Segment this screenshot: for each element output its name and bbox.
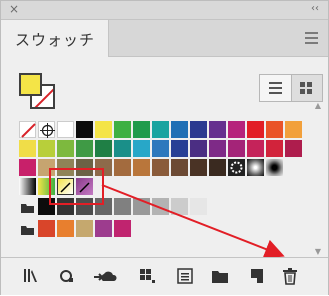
swatches-panel: × ‹‹ スウォッチ ▲ ▼ [0, 0, 329, 295]
swatch[interactable] [190, 121, 207, 138]
none-swatch[interactable] [19, 121, 36, 138]
swatch[interactable] [247, 140, 264, 157]
swatch[interactable] [76, 140, 93, 157]
swatch[interactable] [19, 140, 36, 157]
swatch[interactable] [171, 140, 188, 157]
swatch[interactable] [209, 159, 226, 176]
swatch[interactable] [209, 140, 226, 157]
fill-swatch[interactable] [19, 73, 42, 96]
fill-stroke-control[interactable] [19, 73, 59, 113]
scroll-down-icon[interactable]: ▼ [311, 247, 325, 257]
swatch[interactable] [114, 140, 131, 157]
panel-titlebar: × ‹‹ [1, 1, 328, 20]
panel-menu-icon[interactable] [305, 32, 318, 44]
view-toggle[interactable] [259, 74, 323, 102]
pattern-swatch[interactable] [228, 159, 245, 176]
swatch[interactable] [266, 140, 283, 157]
library-icon[interactable] [21, 266, 41, 286]
swatch[interactable] [95, 140, 112, 157]
swatch[interactable] [114, 198, 131, 215]
swatch[interactable] [95, 220, 112, 237]
folder-icon [19, 220, 36, 237]
gradient-swatch[interactable] [19, 178, 36, 195]
delete-icon[interactable] [280, 266, 300, 286]
highlight-box [49, 168, 104, 205]
tab-swatches[interactable]: スウォッチ [1, 20, 109, 57]
swatch[interactable] [133, 198, 150, 215]
scrollbar[interactable]: ▲ ▼ [311, 101, 325, 257]
tab-label: スウォッチ [15, 31, 96, 49]
list-view-icon[interactable] [260, 75, 291, 101]
swatch[interactable] [171, 159, 188, 176]
white-swatch[interactable] [57, 121, 74, 138]
tab-row: スウォッチ [1, 20, 328, 57]
cloud-icon[interactable] [91, 266, 119, 286]
close-icon[interactable]: × [7, 2, 21, 16]
swatch[interactable] [247, 121, 264, 138]
grid-view-icon[interactable] [290, 75, 322, 101]
swatch[interactable] [114, 121, 131, 138]
swatch[interactable] [152, 121, 169, 138]
swatch[interactable] [76, 121, 93, 138]
swatch[interactable] [133, 121, 150, 138]
swatch[interactable] [285, 121, 302, 138]
gradient-swatch[interactable] [266, 159, 283, 176]
swatch[interactable] [95, 121, 112, 138]
swatch[interactable] [19, 159, 36, 176]
swatch[interactable] [190, 140, 207, 157]
swatch[interactable] [38, 220, 55, 237]
swatch[interactable] [57, 220, 74, 237]
swatch[interactable] [114, 159, 131, 176]
folder-icon[interactable] [210, 266, 230, 286]
gradient-swatch[interactable] [247, 159, 264, 176]
swatch[interactable] [152, 159, 169, 176]
panel-toolbar [1, 257, 328, 295]
swatch-options-icon[interactable] [175, 266, 195, 286]
swatch[interactable] [114, 220, 131, 237]
swatch[interactable] [152, 198, 169, 215]
swatch[interactable] [285, 140, 302, 157]
place-icon[interactable] [57, 266, 77, 286]
new-swatch-icon[interactable] [247, 266, 267, 286]
swatch[interactable] [133, 159, 150, 176]
swatch[interactable] [57, 140, 74, 157]
swatch[interactable] [171, 198, 188, 215]
swatch[interactable] [228, 140, 245, 157]
swatch[interactable] [228, 121, 245, 138]
swatch[interactable] [76, 220, 93, 237]
swatch[interactable] [209, 121, 226, 138]
swatch[interactable] [152, 140, 169, 157]
registration-swatch[interactable] [38, 121, 55, 138]
swatch[interactable] [38, 140, 55, 157]
new-group-icon[interactable] [137, 266, 157, 286]
swatch[interactable] [190, 159, 207, 176]
folder-icon [19, 198, 36, 215]
collapse-icon[interactable]: ‹‹ [308, 2, 322, 16]
swatch[interactable] [133, 140, 150, 157]
swatch[interactable] [171, 121, 188, 138]
swatch[interactable] [190, 198, 207, 215]
swatch[interactable] [266, 121, 283, 138]
scroll-up-icon[interactable]: ▲ [311, 101, 325, 111]
